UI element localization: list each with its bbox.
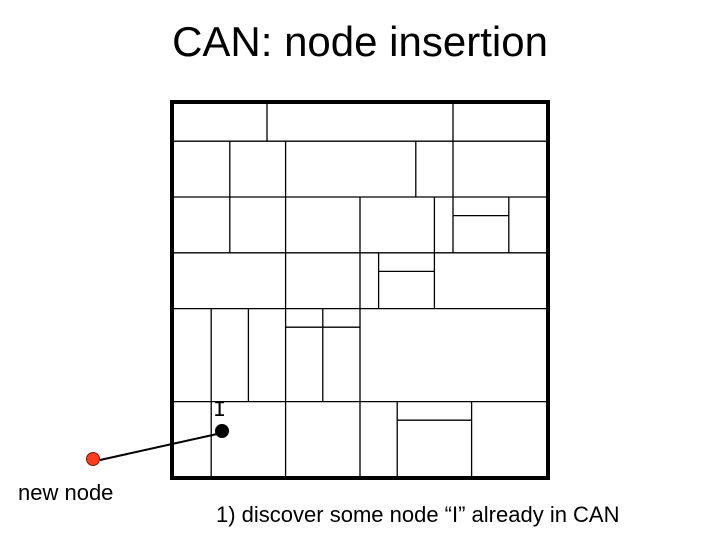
node-label-I: I xyxy=(213,398,226,423)
slide-title: CAN: node insertion xyxy=(0,18,720,66)
new-node-dot xyxy=(86,452,100,466)
slide: CAN: node insertion xyxy=(0,0,720,540)
can-space xyxy=(170,100,550,480)
step-caption: 1) discover some node “I” already in CAN xyxy=(216,502,620,528)
node-I-dot xyxy=(215,424,229,438)
zone-partition-lines xyxy=(174,104,546,476)
new-node-label: new node xyxy=(18,480,113,506)
